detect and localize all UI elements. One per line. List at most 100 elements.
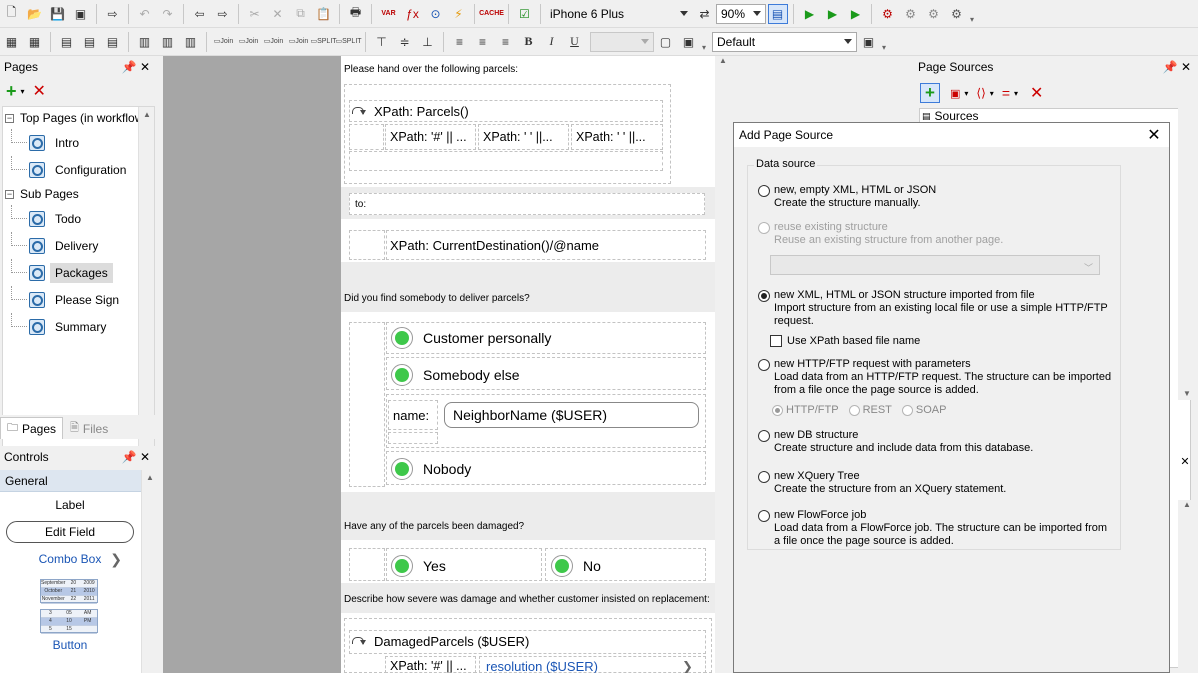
pin-icon[interactable]: 📌	[121, 450, 137, 464]
print-icon[interactable]: 🖶	[346, 4, 366, 24]
delete-icon[interactable]: ✕	[268, 4, 288, 24]
controls-scrollbar[interactable]: ▲	[141, 470, 157, 673]
settings-icon[interactable]: ⚙	[947, 4, 967, 24]
new-file-icon[interactable]: 🗋	[2, 4, 22, 24]
option-customer-personally[interactable]: Customer personally	[391, 327, 551, 349]
xpath-cell-info[interactable]: XPath: ' ' ||...	[576, 130, 646, 144]
xpath-cell-damaged-number[interactable]: XPath: '#' || ...	[390, 659, 467, 673]
scroll-up-icon[interactable]: ▲	[715, 56, 731, 70]
join-left-button[interactable]: ▭ Join	[213, 32, 235, 52]
align-middle-icon[interactable]: ≑	[395, 32, 415, 52]
delete-page-icon[interactable]: ✕	[33, 81, 46, 101]
scroll-up-icon[interactable]: ▲	[142, 470, 158, 486]
tree-item-configuration[interactable]: Configuration	[3, 156, 154, 183]
delete-row-icon[interactable]: ▤	[103, 32, 123, 52]
xpath-destination[interactable]: XPath: CurrentDestination()/@name	[390, 238, 599, 253]
insert-column-icon[interactable]: ▥	[135, 32, 155, 52]
protocol-rest[interactable]: REST	[848, 404, 892, 416]
collapse-icon[interactable]: −	[5, 113, 14, 123]
toolbar-overflow-icon[interactable]: ▾	[968, 4, 976, 24]
close-icon[interactable]: ✕	[1172, 455, 1198, 469]
damaged-parcels-repeat[interactable]: DamagedParcels ($USER)	[352, 634, 529, 649]
control-date-time-picker[interactable]: September 20 2009 October 21 2010 November 22…	[40, 579, 100, 635]
tree-section-sub-pages[interactable]: − Sub Pages	[3, 183, 154, 205]
delete-column-icon[interactable]: ▥	[181, 32, 201, 52]
design-scrollbar[interactable]: ▲	[715, 56, 731, 673]
control-button[interactable]: Button	[0, 638, 140, 652]
undo-icon[interactable]: ↶	[135, 4, 155, 24]
option-somebody-else[interactable]: Somebody else	[391, 364, 520, 386]
scroll-up-icon[interactable]: ▲	[1178, 500, 1196, 509]
simulate-icon[interactable]: ⚙	[878, 4, 898, 24]
add-source-icon[interactable]: +	[920, 83, 940, 103]
option-import-from-file[interactable]: new XML, HTML or JSON structure imported…	[758, 289, 1108, 328]
table-icon[interactable]: ▦	[2, 32, 22, 52]
chevron-down-icon[interactable]: ▾	[990, 89, 994, 98]
scroll-down-icon[interactable]: ▼	[1178, 389, 1196, 398]
table-grid-icon[interactable]: ▦	[25, 32, 45, 52]
pin-icon[interactable]: 📌	[1162, 60, 1178, 74]
control-edit-field[interactable]: Edit Field	[6, 521, 134, 543]
side-scrollbar[interactable]: ▲	[1178, 500, 1196, 673]
tree-item-summary[interactable]: Summary	[3, 313, 154, 340]
controls-category-general[interactable]: General	[0, 470, 157, 492]
join-down-button[interactable]: ▭ Join	[288, 32, 310, 52]
chevron-down-icon[interactable]: ▾	[1014, 89, 1018, 98]
bold-button[interactable]: B	[519, 32, 539, 52]
underline-button[interactable]: U	[565, 32, 585, 52]
option-db-structure[interactable]: new DB structure Create structure and inc…	[758, 429, 1033, 455]
open-folder-icon[interactable]: 📂	[25, 4, 45, 24]
sources-node[interactable]: ▤ Sources	[920, 109, 1190, 123]
preview-icon[interactable]: ▤	[767, 3, 788, 24]
radio-button[interactable]	[758, 359, 770, 371]
close-icon[interactable]: ✕	[137, 60, 153, 74]
fill-icon[interactable]: ▣	[679, 32, 699, 52]
radio-button[interactable]	[758, 471, 770, 483]
cache-icon[interactable]: CACHE	[479, 4, 504, 24]
close-icon[interactable]: ✕	[137, 450, 153, 464]
equals-icon[interactable]: =	[1002, 85, 1010, 101]
tab-files[interactable]: 🗎 Files	[63, 417, 115, 439]
close-icon[interactable]: ✕	[1139, 125, 1169, 145]
radio-button[interactable]	[758, 222, 770, 234]
join-up-button[interactable]: ▭ Join	[263, 32, 285, 52]
xpath-cell-name[interactable]: XPath: ' ' ||...	[483, 130, 553, 144]
xpath-parcels[interactable]: XPath: Parcels()	[352, 104, 469, 119]
radio-button[interactable]	[758, 430, 770, 442]
run-device-icon[interactable]: ▶	[846, 4, 866, 24]
resolution-combo[interactable]: resolution ($USER)	[486, 659, 598, 673]
option-new-empty[interactable]: new, empty XML, HTML or JSON Create the s…	[758, 184, 936, 210]
option-nobody[interactable]: Nobody	[391, 458, 471, 480]
neighbor-name-field[interactable]: NeighborName ($USER)	[444, 402, 699, 428]
border-icon[interactable]: ▢	[656, 32, 676, 52]
option-no[interactable]: No	[551, 555, 601, 577]
trial-run-icon[interactable]: ⚙	[901, 4, 921, 24]
xml-node-icon[interactable]: ▣	[950, 87, 960, 100]
align-right-icon[interactable]: ≡	[496, 32, 516, 52]
device-selector[interactable]: iPhone 6 Plus	[545, 3, 693, 24]
pages-scrollbar[interactable]: ▲ ▼	[138, 107, 154, 467]
style-edit-icon[interactable]: ▣	[859, 32, 879, 52]
align-bottom-icon[interactable]: ⊥	[418, 32, 438, 52]
save-all-icon[interactable]: ▣	[71, 4, 91, 24]
split-horizontal-button[interactable]: ▭ SPLIT	[310, 32, 336, 52]
join-right-button[interactable]: ▭ Join	[238, 32, 260, 52]
protocol-http-ftp[interactable]: HTTP/FTP	[772, 404, 839, 416]
web-service-icon[interactable]: ⊙	[426, 4, 446, 24]
forward-icon[interactable]: ⇨	[213, 4, 233, 24]
add-page-icon[interactable]: +	[6, 81, 17, 102]
back-icon[interactable]: ⇦	[190, 4, 210, 24]
server-icon[interactable]: ⚙	[924, 4, 944, 24]
xpath-cell-number[interactable]: XPath: '#' || ...	[390, 130, 467, 144]
pin-icon[interactable]: 📌	[121, 60, 137, 74]
tree-item-please-sign[interactable]: Please Sign	[3, 286, 154, 313]
toolbar-overflow-icon[interactable]: ▾	[700, 32, 708, 52]
copy-icon[interactable]: ⧉	[291, 4, 311, 24]
insert-row-icon[interactable]: ▤	[57, 32, 77, 52]
checkbox[interactable]	[770, 335, 782, 347]
variables-icon[interactable]: VAR	[378, 4, 400, 24]
align-top-icon[interactable]: ⊤	[372, 32, 392, 52]
redo-icon[interactable]: ↷	[158, 4, 178, 24]
page-sources-scrollbar[interactable]: ▼	[1178, 108, 1196, 400]
italic-button[interactable]: I	[542, 32, 562, 52]
